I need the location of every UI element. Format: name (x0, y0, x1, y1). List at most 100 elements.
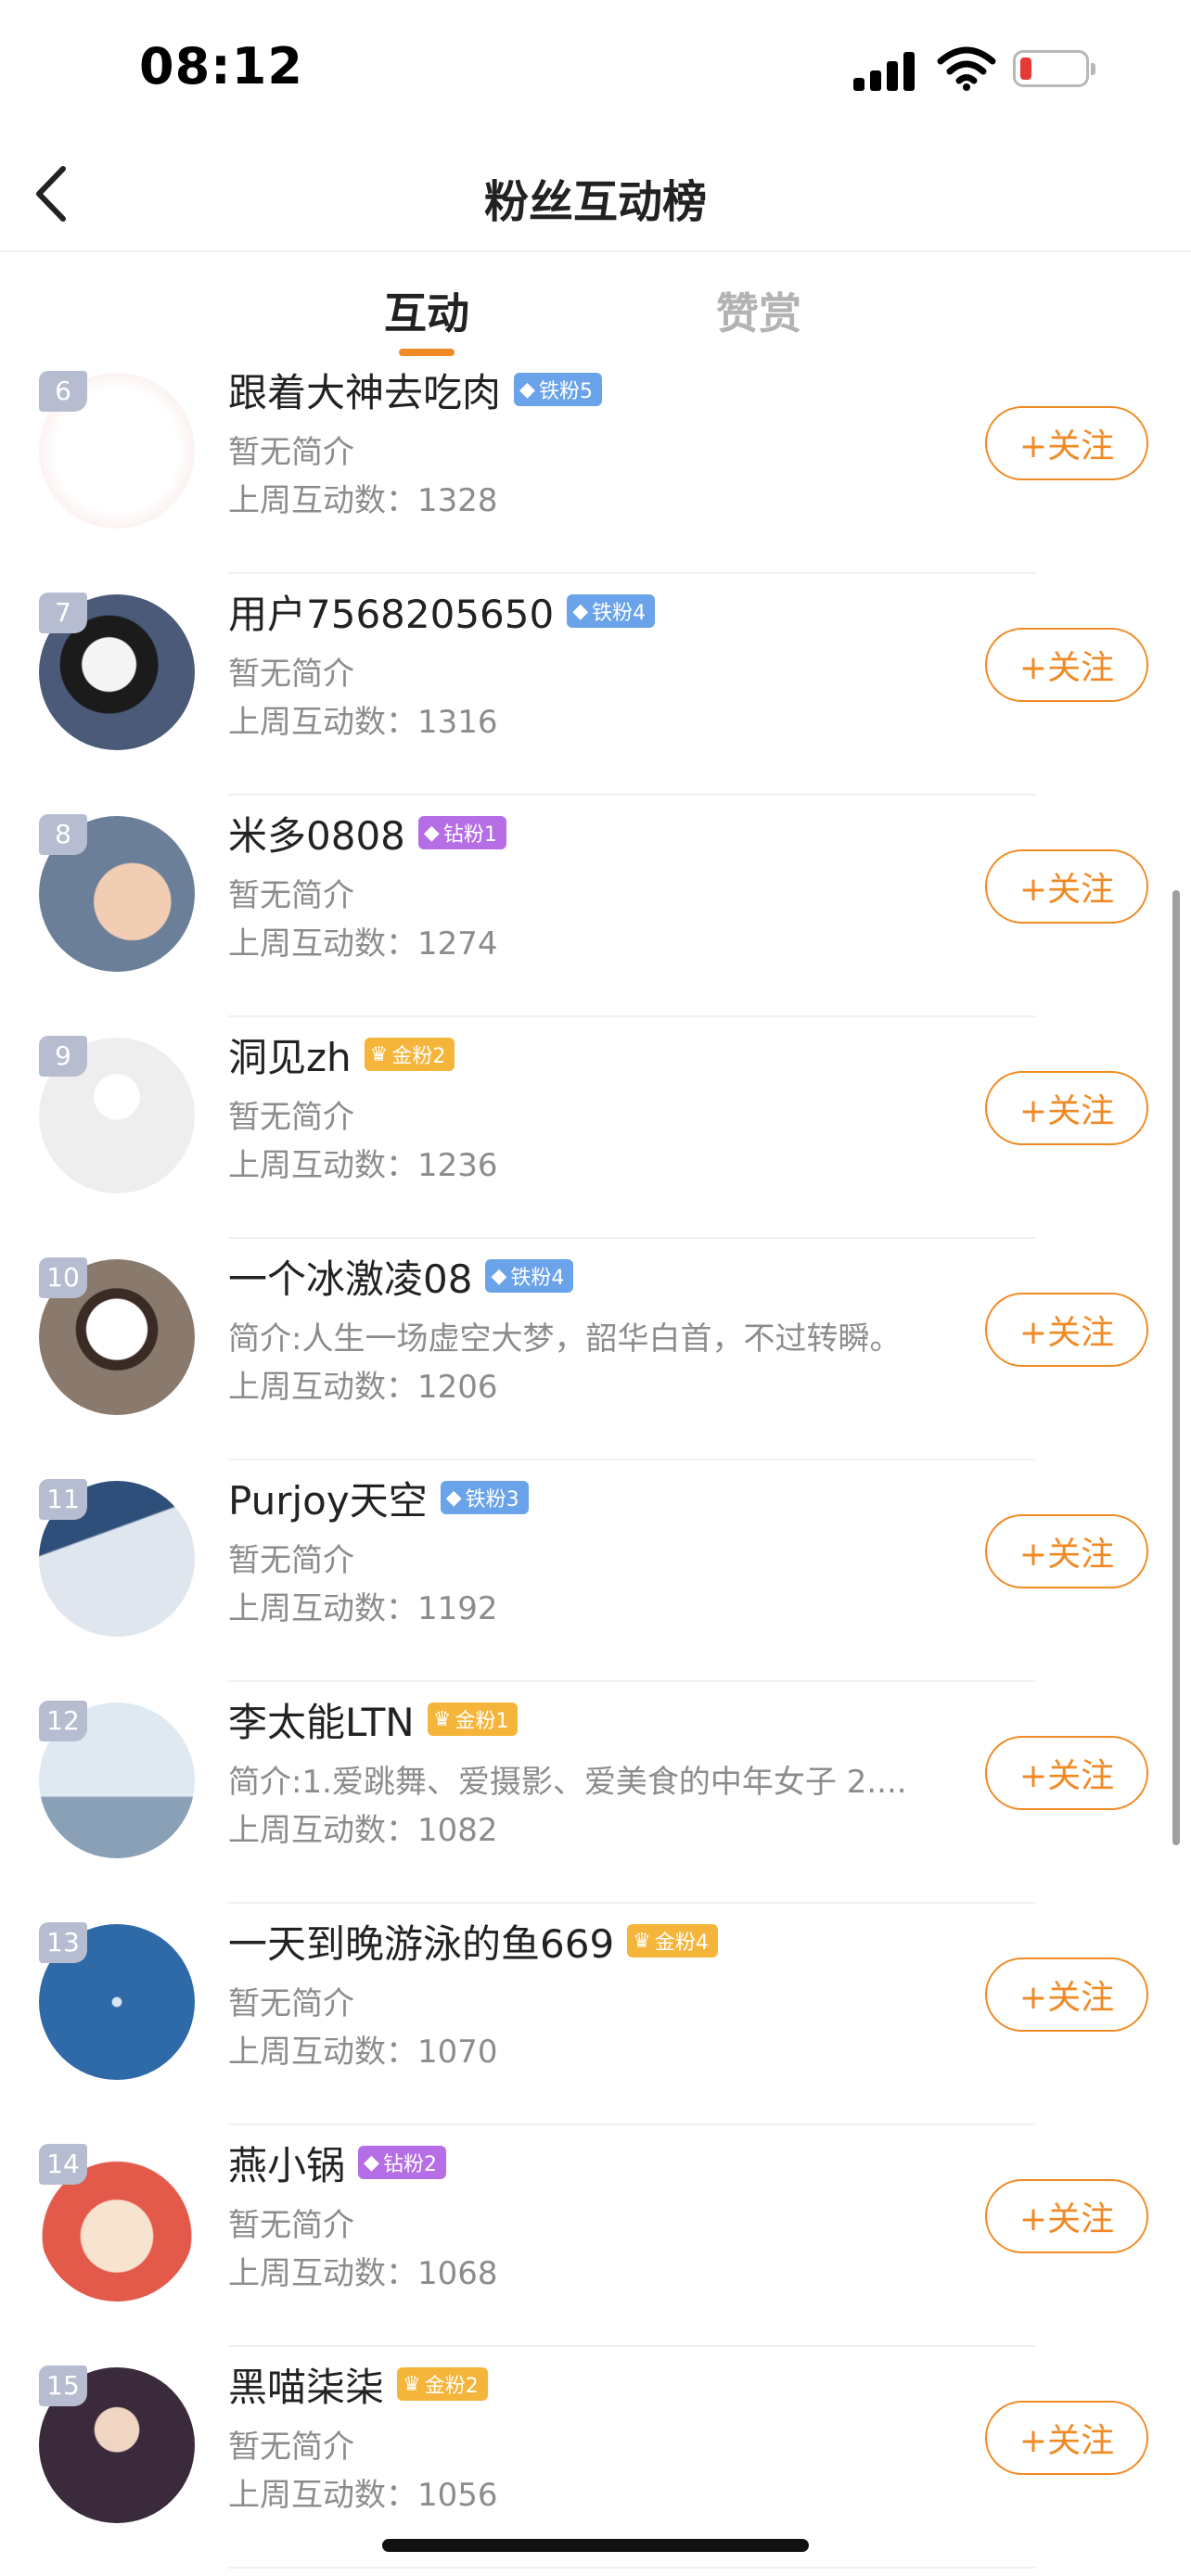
list-item[interactable]: 8 米多0808 ◆ 钻粉1 暂无简介 上周互动数：1274 +关注 (0, 796, 1191, 1017)
interaction-count: 上周互动数：1206 (228, 1369, 498, 1406)
name-line: Purjoy天空 ◆ 铁粉3 (228, 1472, 529, 1524)
fan-level-label: 金粉4 (654, 1932, 709, 1955)
name-line: 用户7568205650 ◆ 铁粉4 (228, 583, 656, 640)
gem-icon: ♛ (403, 2372, 421, 2396)
fan-level-label: 金粉2 (391, 1045, 446, 1068)
user-intro: 暂无简介 (228, 877, 354, 914)
rank-badge: 7 (39, 593, 87, 633)
fan-level-label: 铁粉3 (465, 1488, 519, 1511)
interaction-count: 上周互动数：1316 (228, 704, 498, 741)
gem-icon: ◆ (364, 2150, 379, 2174)
interaction-count: 上周互动数：1274 (228, 925, 498, 963)
follow-button[interactable]: +关注 (985, 1071, 1148, 1145)
tab-reward[interactable]: 赞赏 (716, 280, 801, 341)
rank-badge: 9 (39, 1036, 87, 1077)
interaction-count: 上周互动数：1056 (228, 2477, 498, 2514)
follow-button[interactable]: +关注 (985, 1514, 1148, 1588)
gem-icon: ◆ (519, 377, 535, 402)
follow-button[interactable]: +关注 (985, 406, 1148, 480)
rank-badge: 15 (39, 2366, 87, 2406)
fan-level-badge: ◆ 铁粉4 (567, 594, 656, 628)
user-name[interactable]: 洞见zh (228, 1027, 352, 1083)
follow-button[interactable]: +关注 (985, 628, 1148, 702)
user-name[interactable]: 李太能LTN (228, 1691, 415, 1748)
user-intro: 暂无简介 (228, 2207, 354, 2244)
fan-level-badge: ◆ 钻粉2 (358, 2146, 446, 2179)
fan-level-badge: ◆ 钻粉1 (417, 816, 506, 849)
name-line: 跟着大神去吃肉 ◆ 铁粉5 (228, 363, 602, 415)
name-line: 米多0808 ◆ 钻粉1 (228, 807, 506, 859)
interaction-count: 上周互动数：1082 (228, 1812, 498, 1849)
user-intro: 暂无简介 (228, 1985, 354, 2022)
fan-level-label: 金粉2 (424, 2375, 479, 2398)
scrollbar[interactable] (1172, 890, 1180, 1845)
list-item[interactable]: 15 黑喵柒柒 ♛ 金粉2 暂无简介 上周互动数：1056 +关注 (0, 2347, 1191, 2569)
gem-icon: ◆ (423, 821, 440, 845)
fan-level-badge: ♛ 金粉1 (427, 1702, 519, 1736)
user-name[interactable]: Purjoy天空 (228, 1470, 428, 1526)
list-item[interactable]: 7 用户7568205650 ◆ 铁粉4 暂无简介 上周互动数：1316 +关注 (0, 574, 1191, 796)
fan-list: 6 跟着大神去吃肉 ◆ 铁粉5 暂无简介 上周互动数：1328 +关注 7 用户… (0, 352, 1191, 2569)
follow-button[interactable]: +关注 (985, 1293, 1148, 1367)
follow-button[interactable]: +关注 (985, 2401, 1148, 2475)
follow-button[interactable]: +关注 (985, 2179, 1148, 2253)
tab-interaction[interactable]: 互动 (384, 280, 469, 341)
user-name[interactable]: 用户7568205650 (228, 583, 554, 640)
fan-level-label: 铁粉4 (510, 1267, 565, 1290)
user-intro: 暂无简介 (228, 1542, 354, 1579)
user-name[interactable]: 一个冰激凌08 (228, 1248, 472, 1305)
list-item[interactable]: 9 洞见zh ♛ 金粉2 暂无简介 上周互动数：1236 +关注 (0, 1017, 1191, 1239)
name-line: 一个冰激凌08 ◆ 铁粉4 (228, 1248, 574, 1305)
rank-badge: 8 (39, 814, 87, 855)
follow-button[interactable]: +关注 (985, 1958, 1148, 2032)
user-intro: 简介:人生一场虚空大梦，韶华白首，不过转瞬。 (228, 1320, 902, 1358)
list-item[interactable]: 10 一个冰激凌08 ◆ 铁粉4 简介:人生一场虚空大梦，韶华白首，不过转瞬。 … (0, 1239, 1191, 1460)
fan-level-label: 钻粉1 (442, 823, 497, 847)
fan-level-badge: ◆ 铁粉3 (440, 1481, 529, 1514)
user-intro: 暂无简介 (228, 2429, 354, 2466)
name-line: 一天到晚游泳的鱼669 ♛ 金粉4 (228, 1915, 718, 1967)
list-item[interactable]: 6 跟着大神去吃肉 ◆ 铁粉5 暂无简介 上周互动数：1328 +关注 (0, 352, 1191, 574)
interaction-count: 上周互动数：1070 (228, 2034, 498, 2071)
user-intro: 简介:1.爱跳舞、爱摄影、爱美食的中年女子 2.... (228, 1764, 907, 1801)
name-line: 洞见zh ♛ 金粉2 (228, 1028, 455, 1080)
list-item[interactable]: 13 一天到晚游泳的鱼669 ♛ 金粉4 暂无简介 上周互动数：1070 +关注 (0, 1904, 1191, 2125)
name-line: 黑喵柒柒 ♛ 金粉2 (228, 2358, 488, 2410)
gem-icon: ♛ (432, 1707, 452, 1731)
list-item[interactable]: 11 Purjoy天空 ◆ 铁粉3 暂无简介 上周互动数：1192 +关注 (0, 1460, 1191, 1682)
fan-level-label: 铁粉4 (592, 602, 647, 625)
user-name[interactable]: 米多0808 (228, 805, 405, 861)
fan-level-label: 金粉1 (455, 1710, 509, 1733)
gem-icon: ♛ (633, 1929, 651, 1953)
interaction-count: 上周互动数：1068 (228, 2255, 498, 2292)
nav-bar: 粉丝互动榜 (0, 139, 1191, 252)
follow-button[interactable]: +关注 (985, 1736, 1148, 1810)
user-name[interactable]: 跟着大神去吃肉 (228, 362, 501, 418)
list-item[interactable]: 12 李太能LTN ♛ 金粉1 简介:1.爱跳舞、爱摄影、爱美食的中年女子 2.… (0, 1682, 1191, 1904)
cellular-signal-icon (853, 48, 918, 91)
gem-icon: ◆ (445, 1486, 462, 1510)
fan-level-badge: ◆ 铁粉4 (485, 1259, 574, 1293)
interaction-count: 上周互动数：1236 (228, 1147, 498, 1184)
user-intro: 暂无简介 (228, 656, 354, 693)
list-item[interactable]: 14 燕小锅 ◆ 钻粉2 暂无简介 上周互动数：1068 +关注 (0, 2125, 1191, 2347)
rank-badge: 14 (39, 2144, 87, 2185)
user-name[interactable]: 燕小锅 (228, 2135, 345, 2191)
follow-button[interactable]: +关注 (985, 849, 1148, 924)
gem-icon: ♛ (369, 1042, 389, 1066)
user-intro: 暂无简介 (228, 1099, 354, 1136)
rank-badge: 10 (39, 1257, 87, 1298)
rank-badge: 12 (39, 1701, 87, 1741)
user-intro: 暂无简介 (228, 434, 354, 471)
home-indicator[interactable] (382, 2539, 809, 2552)
rank-badge: 11 (39, 1479, 87, 1520)
gem-icon: ◆ (491, 1264, 507, 1288)
tab-bar: 互动 赞赏 (0, 252, 1191, 356)
fan-level-badge: ◆ 铁粉5 (514, 373, 602, 406)
name-line: 李太能LTN ♛ 金粉1 (228, 1691, 519, 1748)
interaction-count: 上周互动数：1328 (228, 482, 498, 519)
status-bar: 08:12 (0, 0, 1191, 139)
user-name[interactable]: 黑喵柒柒 (228, 2356, 384, 2413)
wifi-icon (937, 46, 996, 91)
user-name[interactable]: 一天到晚游泳的鱼669 (228, 1913, 614, 1970)
